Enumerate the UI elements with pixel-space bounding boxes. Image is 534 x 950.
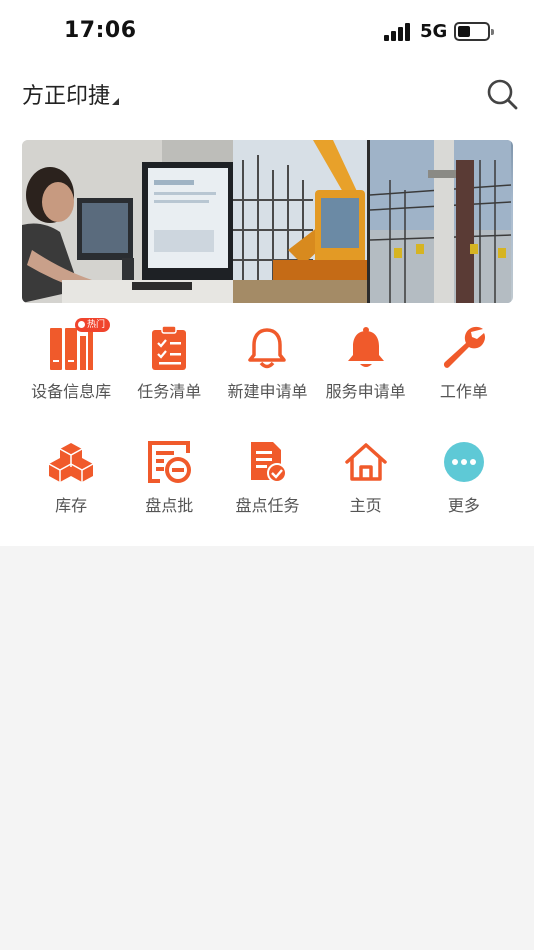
banner-carousel[interactable]: [22, 140, 513, 303]
grid-row-1: 热门 设备信息库 任务清单 新建申请单 服务申请单 工作单: [22, 318, 513, 418]
grid-item-label: 工作单: [439, 382, 488, 401]
grid-item-equipment-library[interactable]: 热门 设备信息库: [22, 318, 120, 418]
hot-badge: 热门: [75, 318, 111, 332]
search-icon: [487, 79, 518, 110]
grid-item-label: 新建申请单: [227, 382, 308, 401]
grid-item-label: 更多: [447, 496, 480, 515]
construction-excavator-photo: [232, 140, 367, 303]
grid-item-label: 主页: [349, 496, 382, 515]
checklist-icon: [142, 321, 196, 375]
grid-item-task-list[interactable]: 任务清单: [120, 318, 218, 418]
status-bar: 17:06 5G: [0, 0, 534, 62]
wrench-icon: [437, 321, 491, 375]
grid-item-new-request[interactable]: 新建申请单: [218, 318, 316, 418]
network-type: 5G: [420, 21, 448, 42]
search-button[interactable]: [486, 78, 518, 110]
grid-item-work-order[interactable]: 工作单: [415, 318, 513, 418]
office-worker-photo: [22, 140, 233, 303]
bell-outline-icon: [240, 321, 294, 375]
grid-item-service-request[interactable]: 服务申请单: [317, 318, 415, 418]
more-icon: [437, 435, 491, 489]
org-name: 方正印捷: [22, 84, 111, 109]
boxes-icon: [44, 435, 98, 489]
bell-solid-icon: [339, 321, 393, 375]
grid-item-home[interactable]: 主页: [317, 432, 415, 532]
status-time: 17:06: [64, 18, 137, 43]
batch-count-icon: [142, 435, 196, 489]
org-selector[interactable]: 方正印捷: [22, 80, 120, 110]
battery-icon: [454, 22, 494, 41]
grid-item-inventory[interactable]: 库存: [22, 432, 120, 532]
grid-item-label: 任务清单: [137, 382, 202, 401]
grid-row-2: 库存 盘点批 盘点任务 主页 更多: [22, 432, 513, 532]
grid-item-label: 服务申请单: [325, 382, 406, 401]
document-check-icon: [240, 435, 294, 489]
grid-item-count-batch[interactable]: 盘点批: [120, 432, 218, 532]
power-substation-photo: [369, 140, 513, 303]
signal-strength-icon: [384, 23, 412, 41]
grid-item-more[interactable]: 更多: [415, 432, 513, 532]
grid-item-label: 盘点任务: [235, 496, 300, 515]
grid-item-label: 盘点批: [145, 496, 194, 515]
grid-item-label: 库存: [55, 496, 88, 515]
home-icon: [339, 435, 393, 489]
grid-item-count-task[interactable]: 盘点任务: [218, 432, 316, 532]
grid-item-label: 设备信息库: [31, 382, 112, 401]
dropdown-caret-icon: [112, 98, 120, 105]
